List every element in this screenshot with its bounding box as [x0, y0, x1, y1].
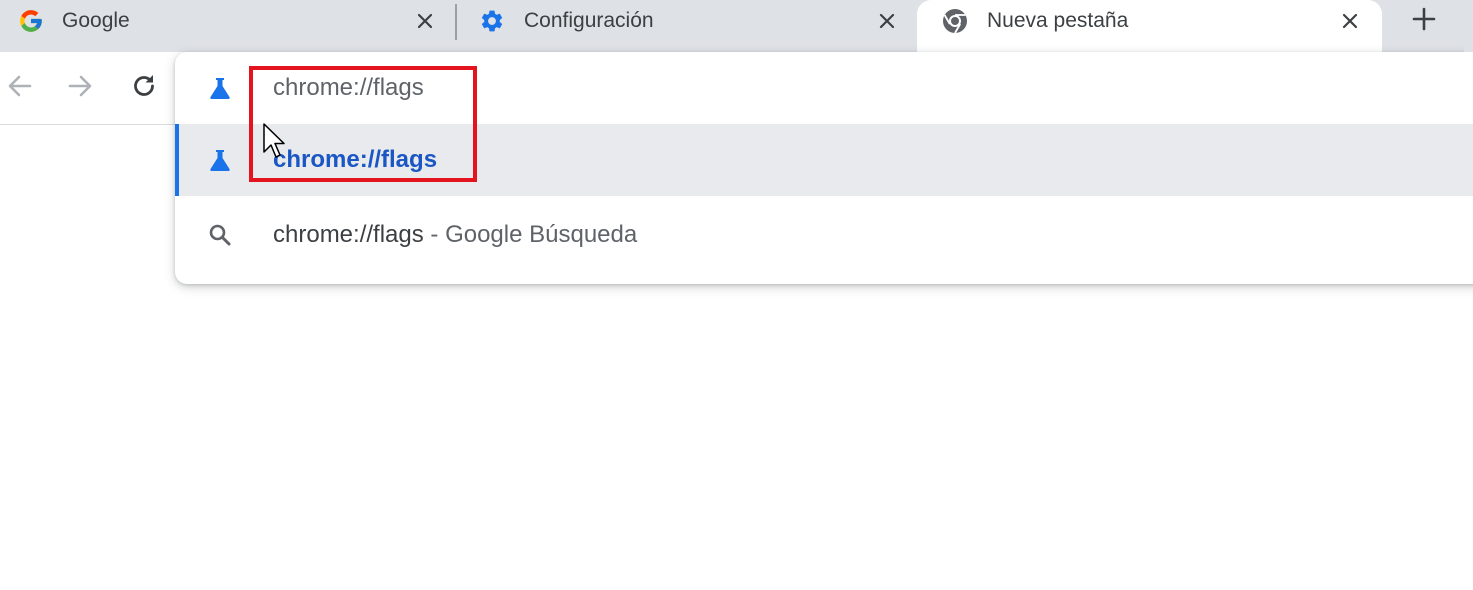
tab-google[interactable]: Google [0, 0, 452, 52]
suggestion-text: chrome://flags [273, 146, 438, 173]
suggestion-text: chrome://flags - Google Búsqueda [273, 220, 637, 250]
tab-nueva-pestana[interactable]: Nueva pestaña [917, 0, 1382, 52]
tab-configuracion[interactable]: Configuración [458, 0, 914, 52]
suggestion-query: chrome://flags [273, 221, 424, 248]
search-icon [205, 220, 235, 250]
close-icon[interactable] [411, 7, 439, 35]
suggestion-item[interactable]: chrome://flags - Google Búsqueda [175, 196, 1473, 272]
flask-icon [205, 145, 235, 175]
tab-title: Configuración [524, 9, 654, 32]
suggestion-separator: - [423, 221, 446, 248]
back-button[interactable] [2, 70, 38, 106]
chrome-icon [941, 7, 969, 35]
suggestion-item[interactable]: chrome://flags [175, 124, 1473, 196]
suggestion-suffix: Google Búsqueda [445, 221, 638, 248]
tab-strip: Google Configuración Nueva pestaña [0, 0, 1473, 52]
gear-icon [478, 7, 506, 35]
reload-icon [130, 72, 158, 105]
tab-title: Google [62, 9, 130, 32]
google-g-icon [17, 7, 45, 35]
flask-icon [205, 73, 235, 103]
omnibox-input-row[interactable]: chrome://flags [175, 52, 1473, 124]
new-tab-button[interactable] [1404, 4, 1444, 38]
arrow-left-icon [6, 72, 34, 105]
tab-title: Nueva pestaña [987, 9, 1129, 32]
omnibox-dropdown: chrome://flags chrome://flags chrome://f… [175, 52, 1473, 284]
reload-button[interactable] [126, 70, 162, 106]
close-icon[interactable] [1336, 7, 1364, 35]
omnibox-input[interactable]: chrome://flags [273, 73, 424, 103]
close-icon[interactable] [873, 7, 901, 35]
window-edge [1464, 0, 1473, 52]
tab-separator [455, 4, 457, 40]
forward-button[interactable] [62, 70, 98, 106]
arrow-right-icon [66, 72, 94, 105]
plus-icon [1412, 7, 1436, 36]
